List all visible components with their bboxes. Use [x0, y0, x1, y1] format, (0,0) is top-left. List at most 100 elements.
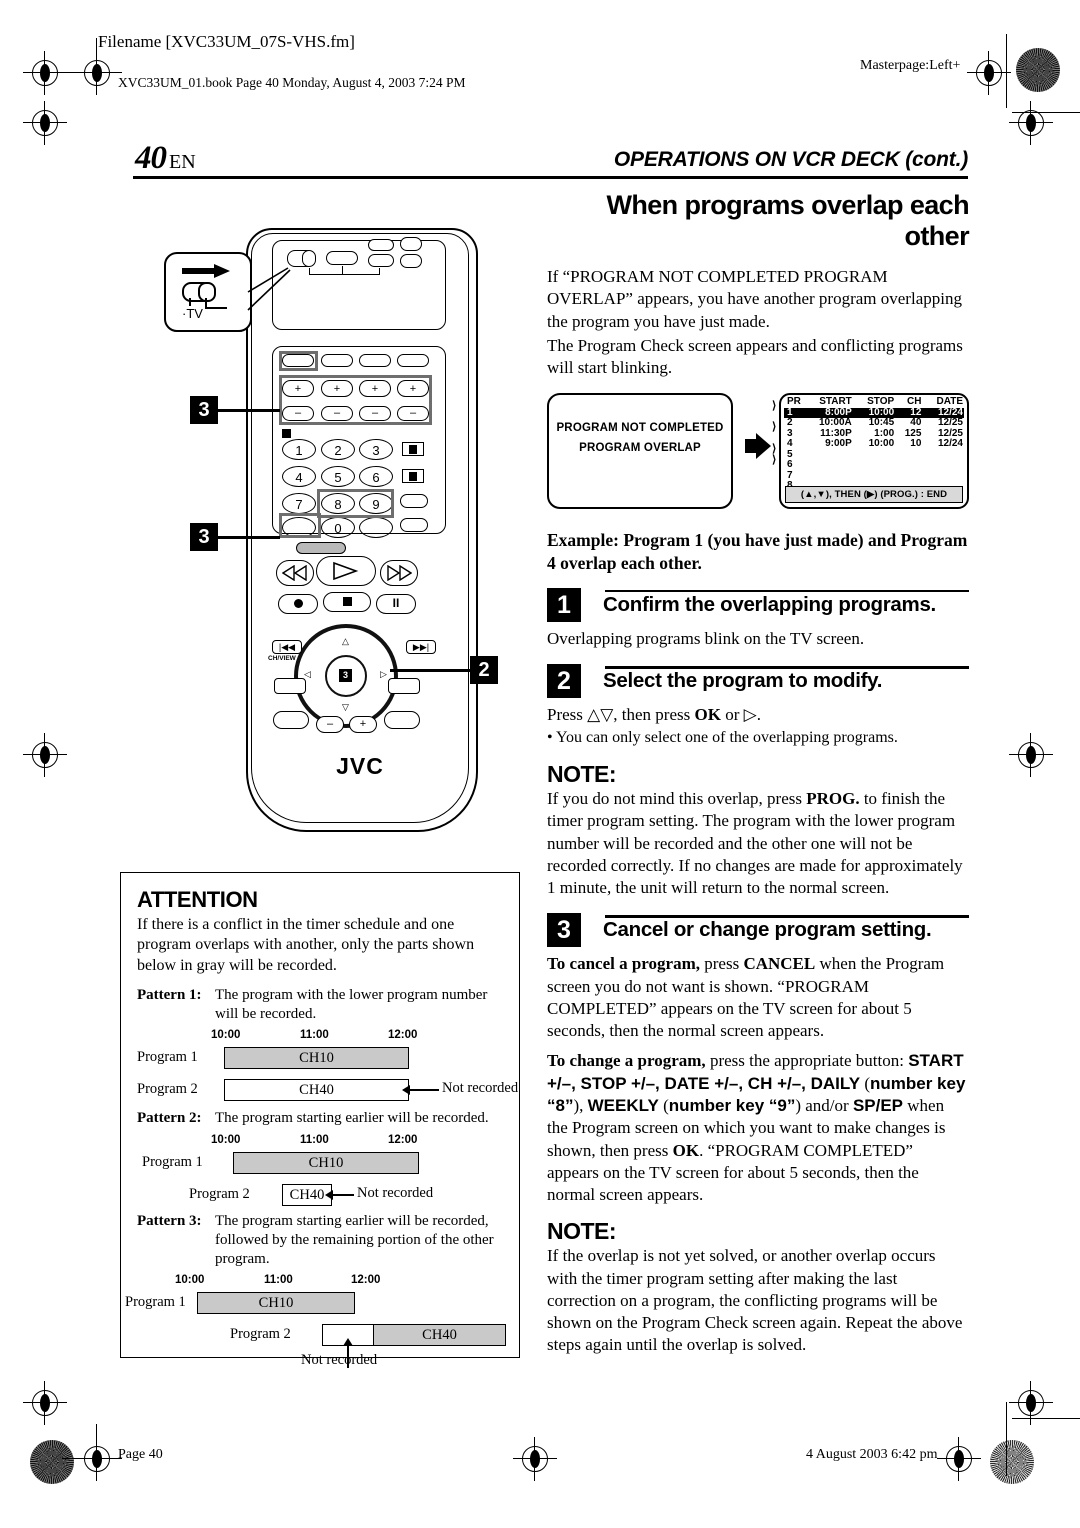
remote-number-key-4[interactable]: 4	[282, 466, 316, 487]
program-check-screen: PR START STOP CH DATE 1 8:00P 10:00 12 12/24…	[772, 393, 969, 510]
attention-heading: ATTENTION	[137, 887, 258, 912]
note-1-heading: NOTE:	[547, 761, 617, 788]
section-intro-1: If “PROGRAM NOT COMPLETED PROGRAM OVERLA…	[547, 267, 962, 331]
step-1-title: Confirm the overlapping programs.	[603, 592, 936, 616]
remote-number-key-6[interactable]: 6	[359, 466, 393, 487]
highlight-keys-8-9	[317, 489, 394, 518]
remote-bottom-button-right[interactable]	[384, 711, 420, 729]
time-label: 12:00	[351, 1274, 381, 1287]
registration-mark	[513, 1437, 557, 1481]
step-2-body: Press △▽, then press OK or ▷.	[547, 705, 761, 725]
step-1-body: Overlapping programs blink on the TV scr…	[547, 628, 865, 648]
remote-number-key-2[interactable]: 2	[321, 439, 355, 460]
remote-number-key-3[interactable]: 3	[359, 439, 393, 460]
cell-stop	[853, 471, 895, 482]
remote-lead-line	[342, 266, 344, 275]
row-label: Program 2	[189, 1186, 250, 1203]
remote-side-button-3[interactable]	[400, 494, 428, 508]
remote-transport-top-button[interactable]	[296, 542, 346, 554]
cell-date	[922, 471, 964, 482]
remote-button-top-1[interactable]	[326, 251, 358, 265]
remote-aux-button-right[interactable]	[388, 678, 420, 694]
trim-line	[62, 1458, 122, 1459]
step-3-number: 3	[547, 913, 581, 948]
pattern-3-text: The program starting earlier will be rec…	[215, 1213, 494, 1267]
cancel-label: To cancel a program,	[547, 954, 700, 974]
step-3-change-paragraph: To change a program, press the appropria…	[547, 1051, 966, 1205]
manual-page: Filename [XVC33UM_07S-VHS.fm] XVC33UM_01…	[0, 0, 1080, 1528]
step-2-bullet: • You can only select one of the overlap…	[547, 729, 898, 747]
note-2-body: If the overlap is not yet solved, or ano…	[547, 1246, 963, 1355]
remote-volume-minus-button[interactable]: –	[316, 716, 344, 733]
remote-button-top-5[interactable]	[400, 254, 422, 268]
pattern-1-label: Pattern 1:	[137, 986, 202, 1003]
cell-ch	[895, 450, 922, 461]
remote-aux-button-left[interactable]	[274, 678, 306, 694]
pattern-2-text: The program starting earlier will be rec…	[215, 1110, 489, 1127]
trim-line	[96, 1424, 97, 1476]
change-label: To change a program,	[547, 1051, 706, 1071]
rewind-icon	[282, 565, 307, 581]
remote-record-button[interactable]	[278, 594, 318, 614]
step-3: 3 Cancel or change program setting.	[547, 913, 969, 948]
dpad-left-icon: ◁	[304, 669, 311, 679]
remote-button-top-4[interactable]	[400, 237, 422, 251]
right-column: When programs overlap each other If “PRO…	[547, 190, 970, 1359]
remote-button-top-3[interactable]	[368, 254, 394, 267]
remote-blank-key-right[interactable]	[359, 517, 393, 538]
remote-stop-button[interactable]	[323, 592, 371, 612]
step-rule	[605, 589, 969, 593]
trim-line	[1012, 112, 1080, 113]
table-row: 5	[784, 449, 964, 461]
remote-function-button-3[interactable]	[359, 354, 391, 367]
cell-date	[922, 450, 964, 461]
osd-message-line1: PROGRAM NOT COMPLETED	[556, 422, 724, 435]
minus-icon: –	[326, 718, 334, 730]
registration-mark	[1009, 733, 1053, 777]
registration-mark	[23, 733, 67, 777]
step-1: 1 Confirm the overlapping programs.	[547, 587, 969, 622]
remote-side-button-4[interactable]	[400, 518, 428, 532]
running-head: OPERATIONS ON VCR DECK (cont.)	[613, 148, 968, 171]
step-3-cancel-paragraph: To cancel a program, press CANCEL when t…	[547, 954, 945, 1041]
step-2: 2 Select the program to modify.	[547, 664, 969, 699]
row-label: Program 1	[125, 1294, 186, 1311]
play-icon	[333, 561, 359, 581]
switch-lead-line	[205, 307, 227, 309]
row-label: Program 1	[137, 1049, 198, 1066]
page-number-value: 40	[135, 140, 167, 176]
page-number: 40 EN	[135, 140, 196, 177]
remote-bottom-button-left[interactable]	[273, 711, 309, 729]
tv-vcr-switch-knob[interactable]	[302, 250, 316, 267]
pattern-3-bar-program-1: CH10	[197, 1292, 355, 1315]
step-rule	[605, 915, 969, 918]
remote-function-button-4[interactable]	[397, 354, 429, 367]
remote-number-key-7[interactable]: 7	[282, 493, 316, 514]
book-slug: XVC33UM_01.book Page 40 Monday, August 4…	[118, 75, 466, 90]
remote-pause-button[interactable]: II	[376, 594, 416, 614]
registration-mark	[23, 51, 67, 95]
pattern-2-diagram: 10:00 11:00 12:00 Program 1 CH10 Program…	[137, 1134, 503, 1210]
color-rosette	[30, 1440, 74, 1484]
remote-volume-plus-button[interactable]: +	[349, 716, 377, 733]
remote-skip-forward-button[interactable]: ▶▶|	[406, 640, 436, 654]
plus-icon: +	[359, 718, 367, 730]
registration-mark	[967, 51, 1011, 95]
time-label: 11:00	[264, 1274, 293, 1287]
remote-button-top-2[interactable]	[368, 239, 394, 251]
remote-lead-line	[309, 274, 379, 276]
registration-mark	[1009, 101, 1053, 145]
cell-stop: 10:00	[868, 438, 895, 450]
remote-skip-back-button[interactable]: |◀◀	[272, 640, 302, 654]
row-label: Program 1	[142, 1154, 203, 1171]
note-2-heading: NOTE:	[547, 1218, 617, 1245]
remote-side-button-2[interactable]	[402, 469, 424, 483]
remote-number-key-0[interactable]: 0	[321, 517, 355, 538]
callout-3-lower: 3	[190, 523, 218, 551]
remote-number-key-1[interactable]: 1	[282, 439, 316, 460]
switch-lead-line	[189, 298, 191, 306]
cell-stop	[853, 450, 895, 461]
remote-number-key-5[interactable]: 5	[321, 466, 355, 487]
remote-side-button-1[interactable]	[402, 442, 424, 456]
remote-function-button-2[interactable]	[321, 354, 353, 367]
